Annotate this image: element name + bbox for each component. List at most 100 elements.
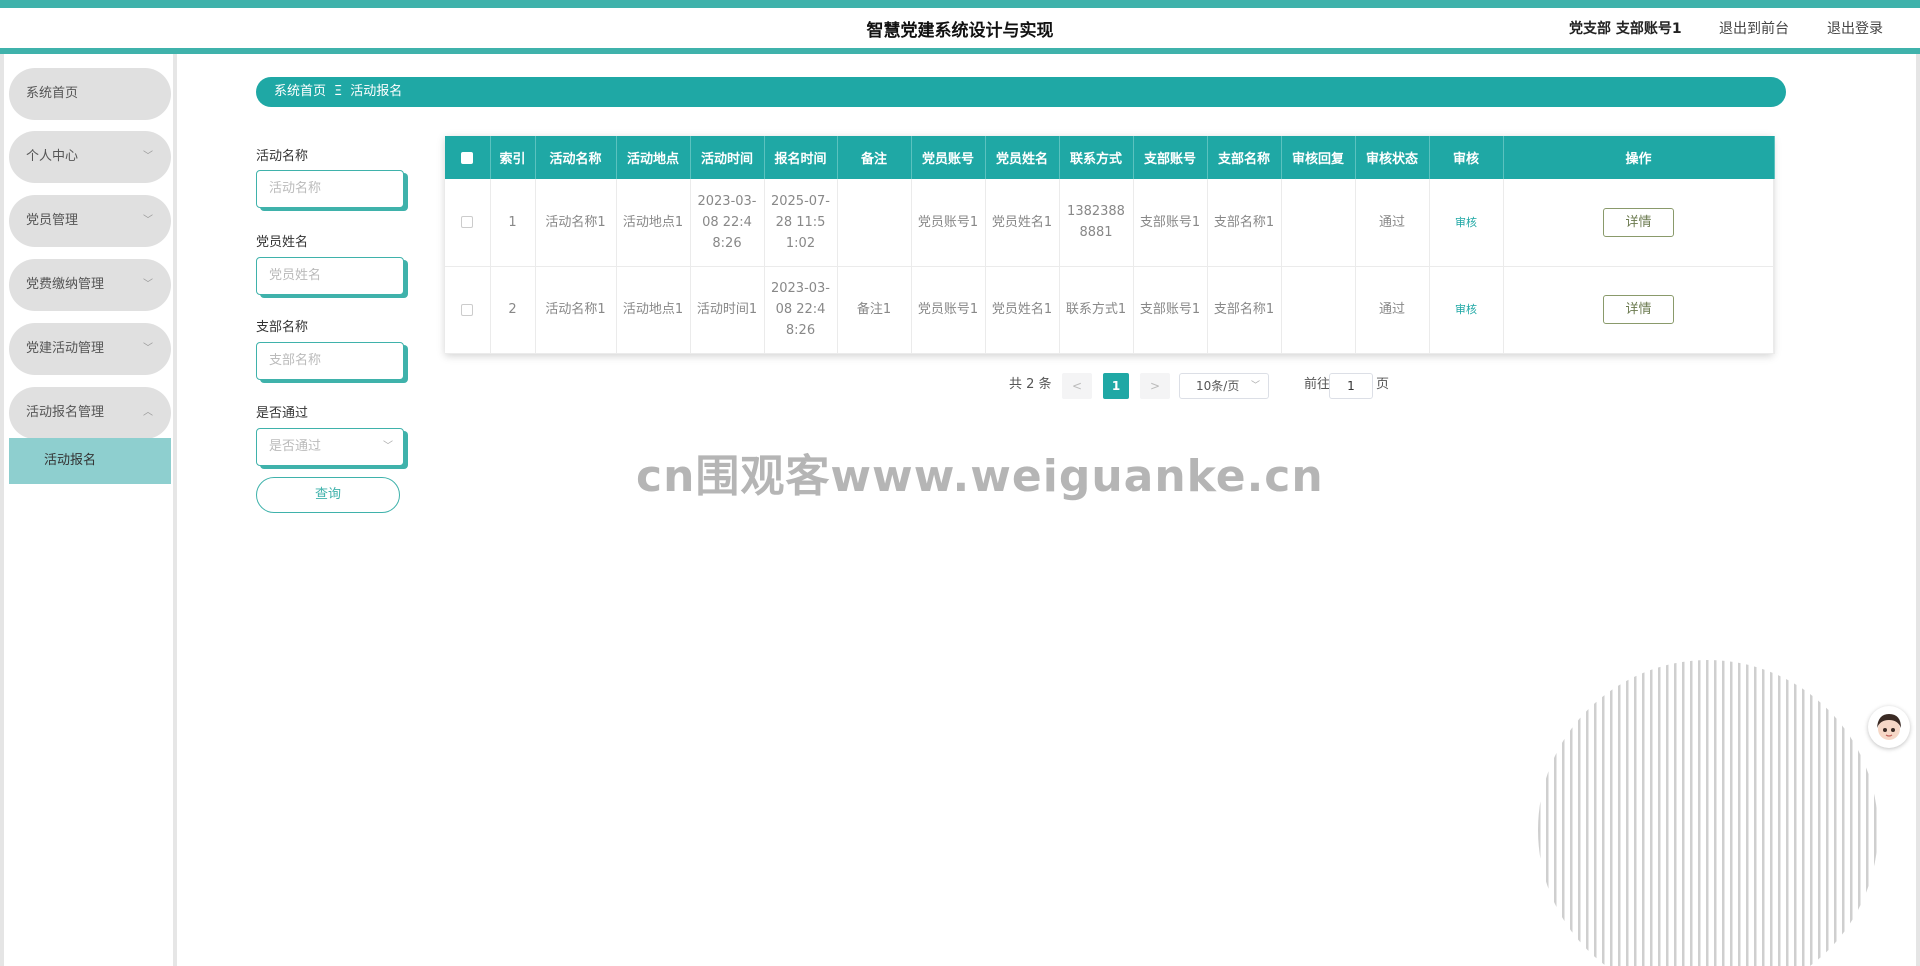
select-all-cell[interactable] — [445, 136, 491, 179]
breadcrumb-separator-icon: Ξ — [334, 84, 343, 99]
stripe — [1802, 660, 1805, 966]
stripe — [1570, 660, 1573, 966]
table-cell: 党员姓名1 — [985, 266, 1060, 353]
avatar-icon — [1877, 714, 1901, 740]
member-name-input[interactable] — [269, 268, 389, 283]
table-cell: 党员姓名1 — [985, 179, 1060, 266]
audit-link[interactable]: 审核 — [1455, 303, 1477, 316]
stripe — [1562, 660, 1565, 966]
sidebar-item-member-management[interactable]: 党员管理 ﹀ — [9, 195, 171, 247]
row-select-cell[interactable] — [445, 179, 491, 266]
branch-name-field[interactable] — [256, 342, 404, 380]
table-cell: 支部名称1 — [1207, 179, 1282, 266]
sidebar-item-signup-management[interactable]: 活动报名管理 ︿ — [9, 387, 171, 439]
approved-label: 是否通过 — [256, 406, 309, 421]
chevron-up-icon: ︿ — [143, 407, 153, 418]
stripe — [1794, 660, 1797, 966]
table-cell: 备注1 — [837, 266, 912, 353]
row-select-cell[interactable] — [445, 266, 491, 353]
breadcrumb-home[interactable]: 系统首页 — [274, 84, 326, 99]
sidebar-item-activity-management[interactable]: 党建活动管理 ﹀ — [9, 323, 171, 375]
action-cell: 详情 — [1503, 179, 1775, 266]
stripe — [1826, 660, 1829, 966]
audit-cell: 审核 — [1429, 266, 1504, 353]
stripe — [1578, 660, 1581, 966]
sidebar-item-label: 党费缴纳管理 — [26, 277, 105, 292]
approved-select[interactable]: 是否通过 ﹀ — [256, 428, 404, 466]
column-header: 支部名称 — [1207, 136, 1282, 179]
activity-name-input[interactable] — [269, 181, 389, 196]
stripe — [1634, 660, 1637, 966]
audit-link[interactable]: 审核 — [1455, 216, 1477, 229]
stripe — [1706, 660, 1709, 966]
member-name-field[interactable] — [256, 257, 404, 295]
sidebar-item-home[interactable]: 系统首页 — [9, 68, 171, 120]
sidebar-subitem-signup[interactable]: 活动报名 — [9, 438, 171, 484]
chevron-down-icon: ﹀ — [383, 441, 393, 452]
stripe — [1842, 660, 1845, 966]
stripe — [1546, 660, 1549, 966]
exit-to-front-link[interactable]: 退出到前台 — [1719, 18, 1789, 38]
row-checkbox[interactable] — [461, 303, 474, 316]
table-cell: 2025-07-28 11:51:02 — [764, 179, 838, 266]
page-unit-label: 页 — [1376, 377, 1390, 392]
select-all-checkbox[interactable] — [461, 151, 474, 164]
table-cell: 2023-03-08 22:48:26 — [764, 266, 838, 353]
stripe — [1674, 660, 1677, 966]
goto-page-input[interactable]: 1 — [1329, 373, 1373, 399]
approved-select-placeholder: 是否通过 — [269, 439, 322, 454]
stripe — [1602, 660, 1605, 966]
table-cell: 活动地点1 — [616, 266, 691, 353]
query-button[interactable]: 查询 — [256, 477, 400, 513]
table-cell: 党员账号1 — [911, 266, 986, 353]
audit-cell: 审核 — [1429, 179, 1504, 266]
table-row: 2 活动名称1 活动地点1 活动时间1 2023-03-08 22:48:26 … — [445, 266, 1775, 353]
next-page-button[interactable]: > — [1140, 373, 1170, 399]
detail-button[interactable]: 详情 — [1603, 207, 1674, 237]
action-cell: 详情 — [1503, 266, 1775, 353]
prev-page-button[interactable]: < — [1062, 373, 1092, 399]
status-cell: 通过 — [1355, 266, 1430, 353]
column-header: 党员姓名 — [985, 136, 1060, 179]
stripe — [1626, 660, 1629, 966]
frame-border-right — [1916, 54, 1920, 966]
chevron-down-icon: ﹀ — [143, 215, 153, 226]
table-cell: 支部账号1 — [1133, 179, 1208, 266]
column-header: 报名时间 — [764, 136, 838, 179]
activity-name-field[interactable] — [256, 170, 404, 208]
sidebar-item-label: 党建活动管理 — [26, 341, 105, 356]
column-header: 联系方式 — [1059, 136, 1134, 179]
stripe — [1778, 660, 1781, 966]
logout-link[interactable]: 退出登录 — [1827, 18, 1883, 38]
stripe — [1650, 660, 1653, 966]
column-header: 支部账号 — [1133, 136, 1208, 179]
stripe — [1594, 660, 1597, 966]
stripe — [1738, 660, 1741, 966]
chevron-down-icon: ﹀ — [1250, 381, 1260, 391]
page-size-value: 10条/页 — [1196, 379, 1240, 393]
sidebar-item-dues-management[interactable]: 党费缴纳管理 ﹀ — [9, 259, 171, 311]
stripe — [1730, 660, 1733, 966]
table-cell: 支部名称1 — [1207, 266, 1282, 353]
table-row: 1 活动名称1 活动地点1 2023-03-08 22:48:26 2025-0… — [445, 179, 1775, 266]
table-cell: 活动名称1 — [535, 179, 617, 266]
stripe — [1850, 660, 1853, 966]
stripe — [1610, 660, 1613, 966]
sidebar-item-personal-center[interactable]: 个人中心 ﹀ — [9, 131, 171, 183]
page-1-button[interactable]: 1 — [1103, 373, 1129, 399]
top-header: 智慧党建系统设计与实现 党支部 支部账号1 退出到前台 退出登录 — [0, 0, 1920, 54]
stripe — [1786, 660, 1789, 966]
branch-name-input[interactable] — [269, 353, 389, 368]
assistant-avatar[interactable] — [1868, 706, 1910, 748]
table-cell: 活动名称1 — [535, 266, 617, 353]
row-checkbox[interactable] — [461, 216, 474, 229]
stripe — [1754, 660, 1757, 966]
column-header: 审核 — [1429, 136, 1504, 179]
detail-button[interactable]: 详情 — [1603, 295, 1674, 324]
column-header: 活动地点 — [616, 136, 691, 179]
sidebar: 系统首页 个人中心 ﹀ 党员管理 ﹀ 党费缴纳管理 ﹀ 党建活动管理 ﹀ 活动报… — [4, 54, 177, 966]
stripe — [1666, 660, 1669, 966]
column-header: 活动时间 — [690, 136, 765, 179]
table-cell: 活动地点1 — [616, 179, 691, 266]
page-size-select[interactable]: 10条/页 ﹀ — [1179, 373, 1269, 399]
